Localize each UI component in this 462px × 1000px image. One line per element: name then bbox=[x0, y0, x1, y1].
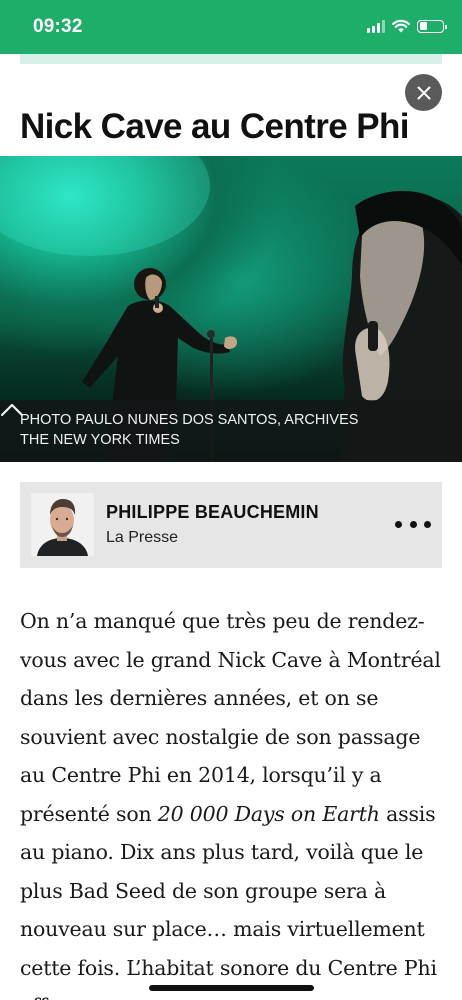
author-name[interactable]: PHILIPPE BEAUCHEMIN bbox=[106, 502, 319, 523]
close-icon bbox=[417, 86, 430, 99]
more-options-button[interactable] bbox=[395, 514, 431, 534]
author-outlet: La Presse bbox=[106, 529, 179, 546]
body-text-part-1: On n’a manqué que très peu de ren­dez-vo… bbox=[20, 609, 441, 826]
article-body: On n’a manqué que très peu de ren­dez-vo… bbox=[20, 602, 448, 1000]
article-photo[interactable]: PHOTO PAULO NUNES DOS SANTOS, ARCHIVES T… bbox=[0, 156, 462, 462]
battery-icon bbox=[417, 19, 447, 33]
status-bar: 09:32 bbox=[0, 0, 462, 54]
caption-line-2: THE NEW YORK TIMES bbox=[20, 432, 180, 448]
author-box: PHILIPPE BEAUCHEMIN La Presse bbox=[20, 482, 442, 568]
more-dots-icon bbox=[395, 520, 402, 528]
film-title: 20 000 Days on Earth bbox=[157, 801, 380, 826]
status-icons bbox=[367, 19, 447, 33]
author-avatar[interactable] bbox=[31, 493, 94, 556]
article-title: Nick Cave au Centre Phi bbox=[20, 107, 409, 146]
cellular-signal-icon bbox=[367, 19, 385, 33]
status-time: 09:32 bbox=[33, 16, 83, 37]
caption-line-1: PHOTO PAULO NUNES DOS SANTOS, ARCHIVES bbox=[20, 412, 359, 428]
top-divider-strip bbox=[20, 54, 442, 64]
home-indicator[interactable] bbox=[149, 985, 314, 991]
battery-fill bbox=[419, 22, 427, 30]
wifi-icon bbox=[392, 19, 410, 33]
photo-caption: PHOTO PAULO NUNES DOS SANTOS, ARCHIVES T… bbox=[20, 410, 390, 450]
body-text-part-2: assis au piano. Dix ans plus tard, voilà… bbox=[20, 801, 437, 1000]
chevron-up-icon[interactable] bbox=[0, 400, 24, 420]
close-button[interactable] bbox=[405, 74, 442, 111]
photo-caption-bar: PHOTO PAULO NUNES DOS SANTOS, ARCHIVES T… bbox=[0, 400, 462, 462]
